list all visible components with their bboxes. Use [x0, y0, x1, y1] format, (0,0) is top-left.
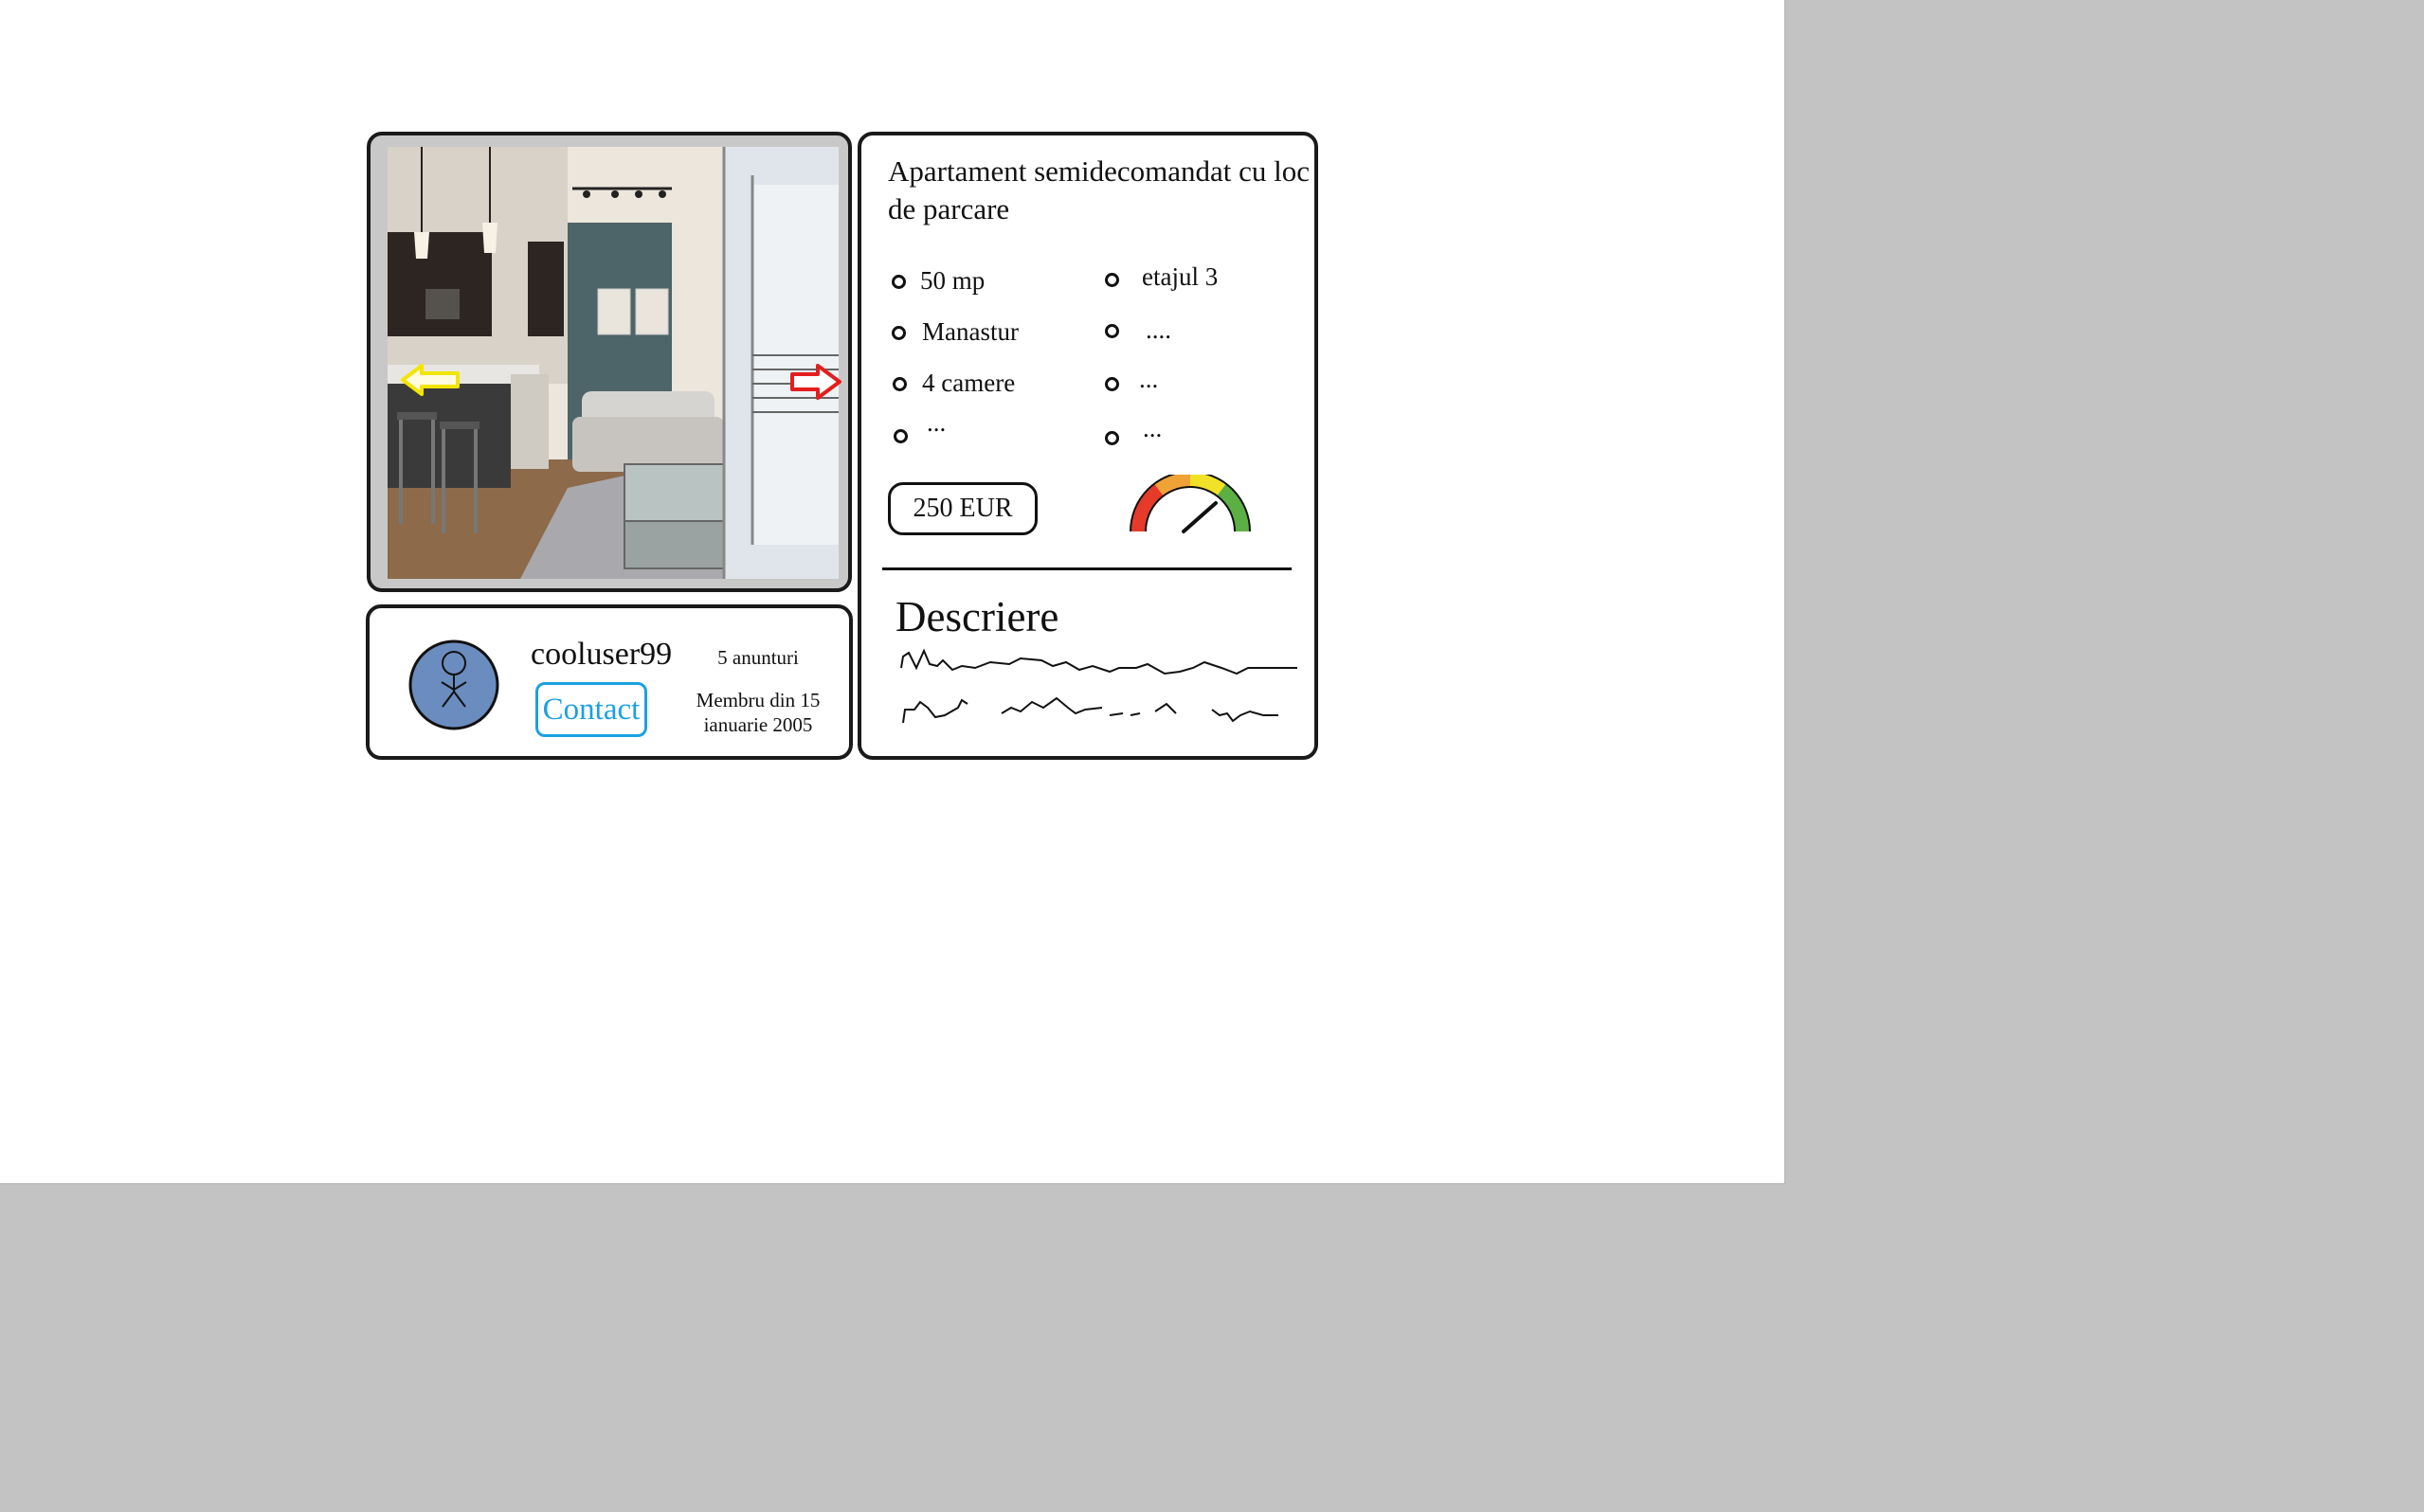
feature-floor: etajul 3 — [1142, 262, 1219, 291]
seller-card: cooluser99 Contact 5 anunturi Membru din… — [366, 604, 853, 760]
seller-member-since: Membru din 15 ianuarie 2005 — [687, 688, 829, 737]
arrow-right-icon — [790, 364, 841, 400]
description-placeholder — [899, 647, 1297, 747]
bullet-icon — [1105, 377, 1119, 391]
user-avatar-icon — [408, 639, 499, 730]
bullet-icon — [1105, 273, 1119, 287]
listing-title: Apartament semidecomandat cu loc de parc… — [888, 154, 1311, 225]
bullet-icon — [893, 377, 907, 391]
price-tag: 250 EUR — [888, 482, 1038, 535]
feature-more-right-1: .... — [1146, 315, 1171, 344]
seller-avatar — [407, 639, 500, 736]
feature-area: 50 mp — [920, 266, 986, 295]
seller-ads-count: 5 anunturi — [717, 646, 799, 669]
feature-more-left: ... — [927, 408, 947, 437]
price-gauge-icon — [1130, 471, 1251, 533]
member-since-line2: ianuarie 2005 — [703, 713, 813, 736]
seller-username: cooluser99 — [531, 637, 673, 672]
bullet-icon — [894, 429, 908, 443]
bullet-icon — [892, 275, 906, 289]
next-photo-button[interactable] — [789, 363, 842, 405]
bullet-icon — [892, 326, 906, 340]
price-gauge — [1129, 471, 1252, 542]
photo-carousel — [367, 132, 852, 592]
section-divider — [882, 567, 1292, 570]
feature-more-right-2: ... — [1139, 365, 1159, 393]
feature-more-right-3: ... — [1143, 414, 1163, 442]
feature-rooms: 4 camere — [922, 369, 1016, 397]
mockup-canvas: cooluser99 Contact 5 anunturi Membru din… — [0, 0, 1785, 1184]
contact-button[interactable]: Contact — [535, 682, 647, 737]
bullet-icon — [1105, 324, 1119, 338]
arrow-left-icon — [401, 364, 460, 396]
prev-photo-button[interactable] — [401, 363, 461, 402]
bullet-icon — [1105, 431, 1119, 445]
listing-details: Apartament semidecomandat cu loc de parc… — [858, 132, 1318, 760]
feature-neighborhood: Manastur — [922, 317, 1019, 346]
description-heading: Descriere — [895, 593, 1059, 640]
member-since-line1: Membru din 15 — [696, 689, 821, 711]
